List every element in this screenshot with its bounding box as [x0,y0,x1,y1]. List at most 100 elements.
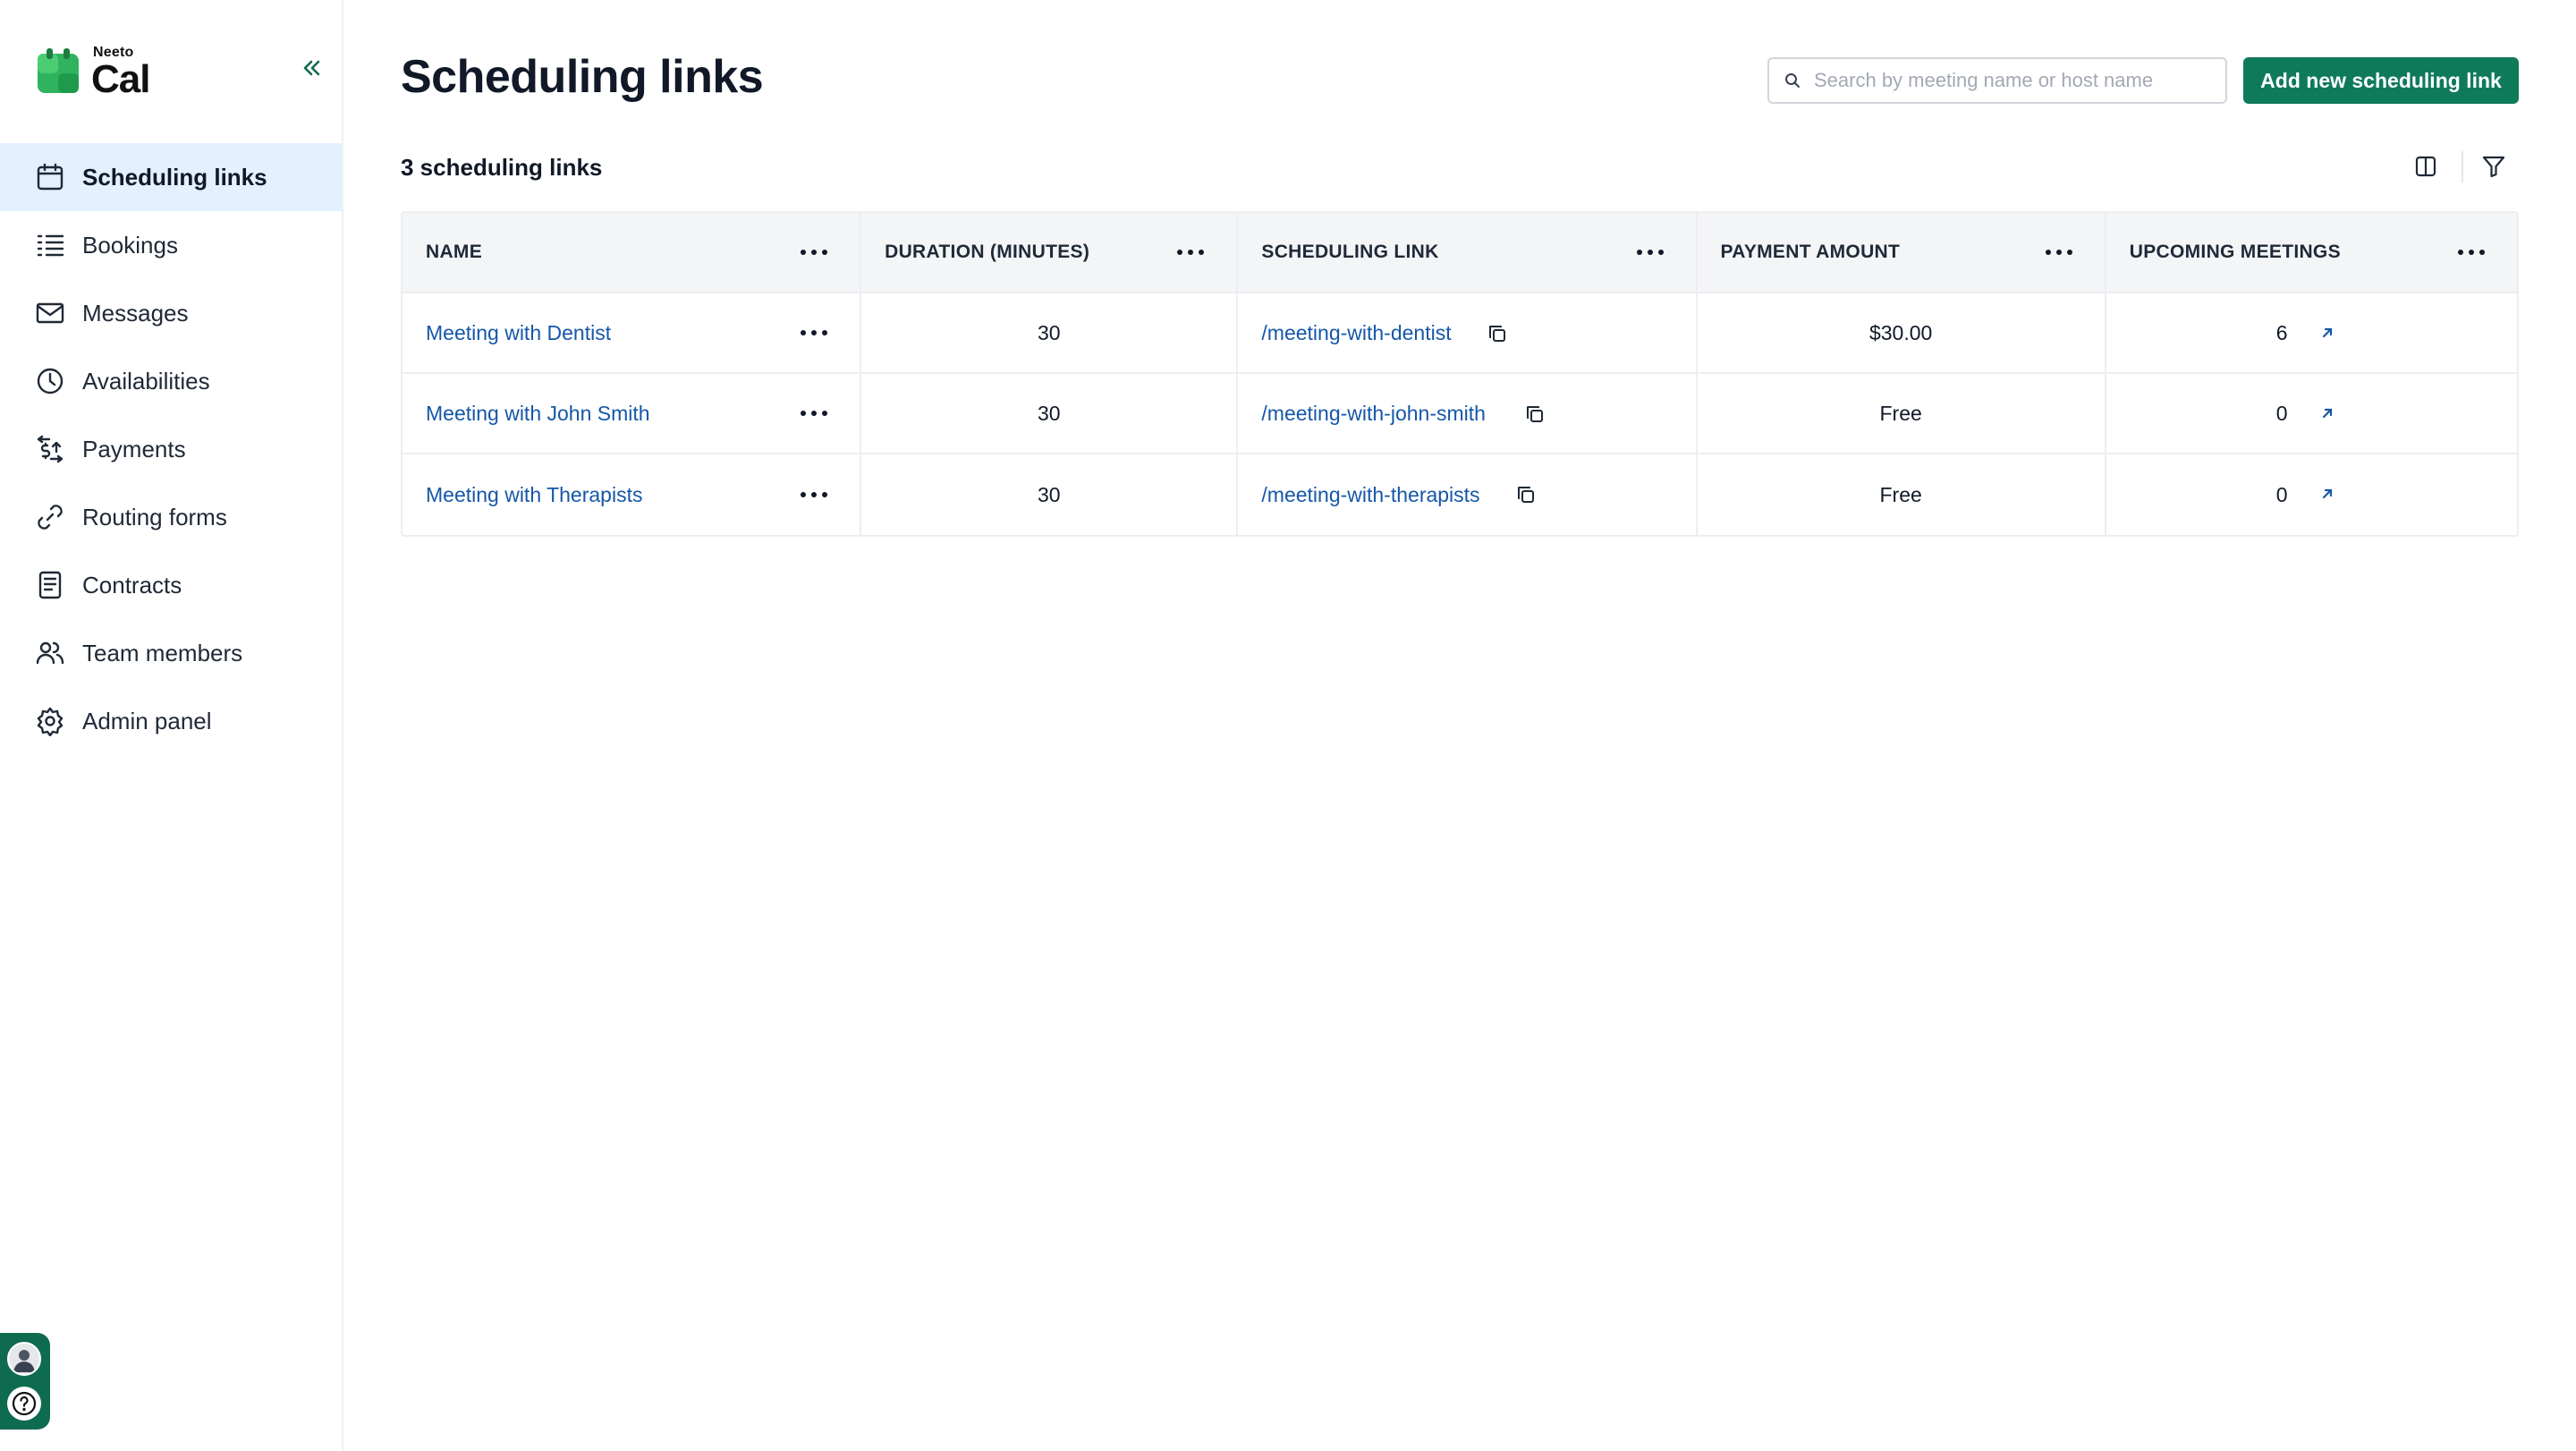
sidebar-item-routing-forms[interactable]: Routing forms [0,483,342,551]
sidebar-item-label: Scheduling links [82,163,267,191]
logo-product: Cal [91,57,150,101]
sidebar-item-label: Admin panel [82,707,212,734]
list-icon [34,229,66,261]
payments-icon [34,433,66,465]
sidebar-item-label: Bookings [82,231,178,259]
sidebar-item-label: Routing forms [82,503,227,530]
upcoming-count: 6 [2275,320,2288,344]
cell-scheduling-link: /meeting-with-john-smith [1238,374,1698,453]
copy-icon[interactable] [1524,403,1546,425]
toolbar-divider [2462,150,2463,182]
payment-value: $30.00 [1868,320,1933,344]
filter-button[interactable] [2476,148,2512,184]
results-count: 3 scheduling links [401,154,603,181]
copy-icon[interactable] [1487,323,1508,344]
cell-scheduling-link: /meeting-with-therapists [1238,454,1698,535]
cell-name: Meeting with John Smith [402,374,862,453]
sidebar-item-label: Contracts [82,571,182,598]
sidebar-item-label: Team members [82,639,243,666]
column-menu-button[interactable] [1177,248,1205,257]
table-header: NAME DURATION (MINUTES) SCHEDULING LINK … [402,213,2517,293]
sidebar-item-scheduling-links[interactable]: Scheduling links [0,143,342,211]
open-external-arrow-icon[interactable] [2318,403,2337,423]
search-box[interactable] [1767,57,2227,104]
cell-duration: 30 [861,454,1239,535]
user-avatar[interactable] [7,1342,41,1376]
clock-icon [34,365,66,397]
sidebar-item-contracts[interactable]: Contracts [0,551,342,619]
copy-icon[interactable] [1515,484,1537,505]
neetocal-logo-icon [38,48,79,93]
cell-upcoming-meetings: 6 [2106,293,2517,372]
column-menu-button[interactable] [2457,248,2485,257]
sidebar-nav: Scheduling links Bookings Messages Avail… [0,143,342,755]
duration-value: 30 [1037,482,1061,506]
columns-toggle-button[interactable] [2408,148,2444,184]
sidebar-item-label: Availabilities [82,367,210,395]
cell-name: Meeting with Dentist [402,293,862,372]
sidebar-item-payments[interactable]: Payments [0,415,342,483]
column-header-payment-amount: PAYMENT AMOUNT [1698,213,2106,292]
cell-payment-amount: Free [1698,454,2106,535]
collapse-sidebar-button[interactable] [297,54,326,82]
sidebar-item-availabilities[interactable]: Availabilities [0,347,342,415]
floating-dock [0,1333,50,1430]
filter-icon [2482,156,2505,178]
page-title: Scheduling links [401,51,764,103]
document-icon [34,569,66,601]
table-row: Meeting with Dentist 30 /meeting-with-de… [402,293,2517,374]
scheduling-link[interactable]: /meeting-with-dentist [1261,321,1451,345]
meeting-name-link[interactable]: Meeting with Dentist [426,321,611,345]
sidebar-item-label: Payments [82,435,186,462]
sidebar: Neeto Cal Scheduling links Bookings Mess… [0,0,343,1451]
row-menu-button[interactable] [801,490,828,499]
meeting-name-link[interactable]: Meeting with Therapists [426,483,642,507]
column-header-duration: DURATION (MINUTES) [861,213,1239,292]
cell-duration: 30 [861,293,1239,372]
upcoming-count: 0 [2275,401,2288,425]
table-row: Meeting with Therapists 30 /meeting-with… [402,454,2517,535]
meeting-name-link[interactable]: Meeting with John Smith [426,402,650,426]
help-button[interactable] [7,1387,41,1421]
sidebar-item-admin-panel[interactable]: Admin panel [0,687,342,755]
scheduling-links-table: NAME DURATION (MINUTES) SCHEDULING LINK … [401,211,2519,537]
cell-payment-amount: $30.00 [1698,293,2106,372]
sidebar-item-messages[interactable]: Messages [0,279,342,347]
upcoming-count: 0 [2275,482,2288,506]
scheduling-link[interactable]: /meeting-with-therapists [1261,483,1479,507]
add-new-scheduling-link-button[interactable]: Add new scheduling link [2243,57,2519,104]
column-header-label: DURATION (MINUTES) [885,242,1090,262]
column-header-scheduling-link: SCHEDULING LINK [1238,213,1698,292]
calendar-icon [34,161,66,193]
link-icon [34,501,66,533]
column-menu-button[interactable] [801,248,828,257]
table-row: Meeting with John Smith 30 /meeting-with… [402,374,2517,454]
column-header-label: NAME [426,242,483,262]
columns-icon [2415,156,2436,177]
gear-icon [34,705,66,737]
cell-name: Meeting with Therapists [402,454,862,535]
cell-upcoming-meetings: 0 [2106,454,2517,535]
payment-value: Free [1879,401,1922,425]
search-input[interactable] [1814,59,2216,102]
users-icon [34,637,66,669]
open-external-arrow-icon[interactable] [2318,323,2337,343]
main-content: Scheduling links Add new scheduling link… [401,0,2519,1451]
column-header-name: NAME [402,213,862,292]
column-menu-button[interactable] [2045,248,2072,257]
open-external-arrow-icon[interactable] [2318,484,2337,504]
cell-payment-amount: Free [1698,374,2106,453]
mail-icon [34,297,66,329]
cell-scheduling-link: /meeting-with-dentist [1238,293,1698,372]
search-icon [1785,73,1800,88]
duration-value: 30 [1037,401,1061,425]
sidebar-item-label: Messages [82,299,189,327]
column-header-label: PAYMENT AMOUNT [1720,242,1901,262]
column-menu-button[interactable] [1636,248,1664,257]
sidebar-item-team-members[interactable]: Team members [0,619,342,687]
row-menu-button[interactable] [801,328,828,337]
sidebar-item-bookings[interactable]: Bookings [0,211,342,279]
scheduling-link[interactable]: /meeting-with-john-smith [1261,402,1486,426]
app-logo[interactable]: Neeto Cal [36,43,179,102]
row-menu-button[interactable] [801,409,828,418]
